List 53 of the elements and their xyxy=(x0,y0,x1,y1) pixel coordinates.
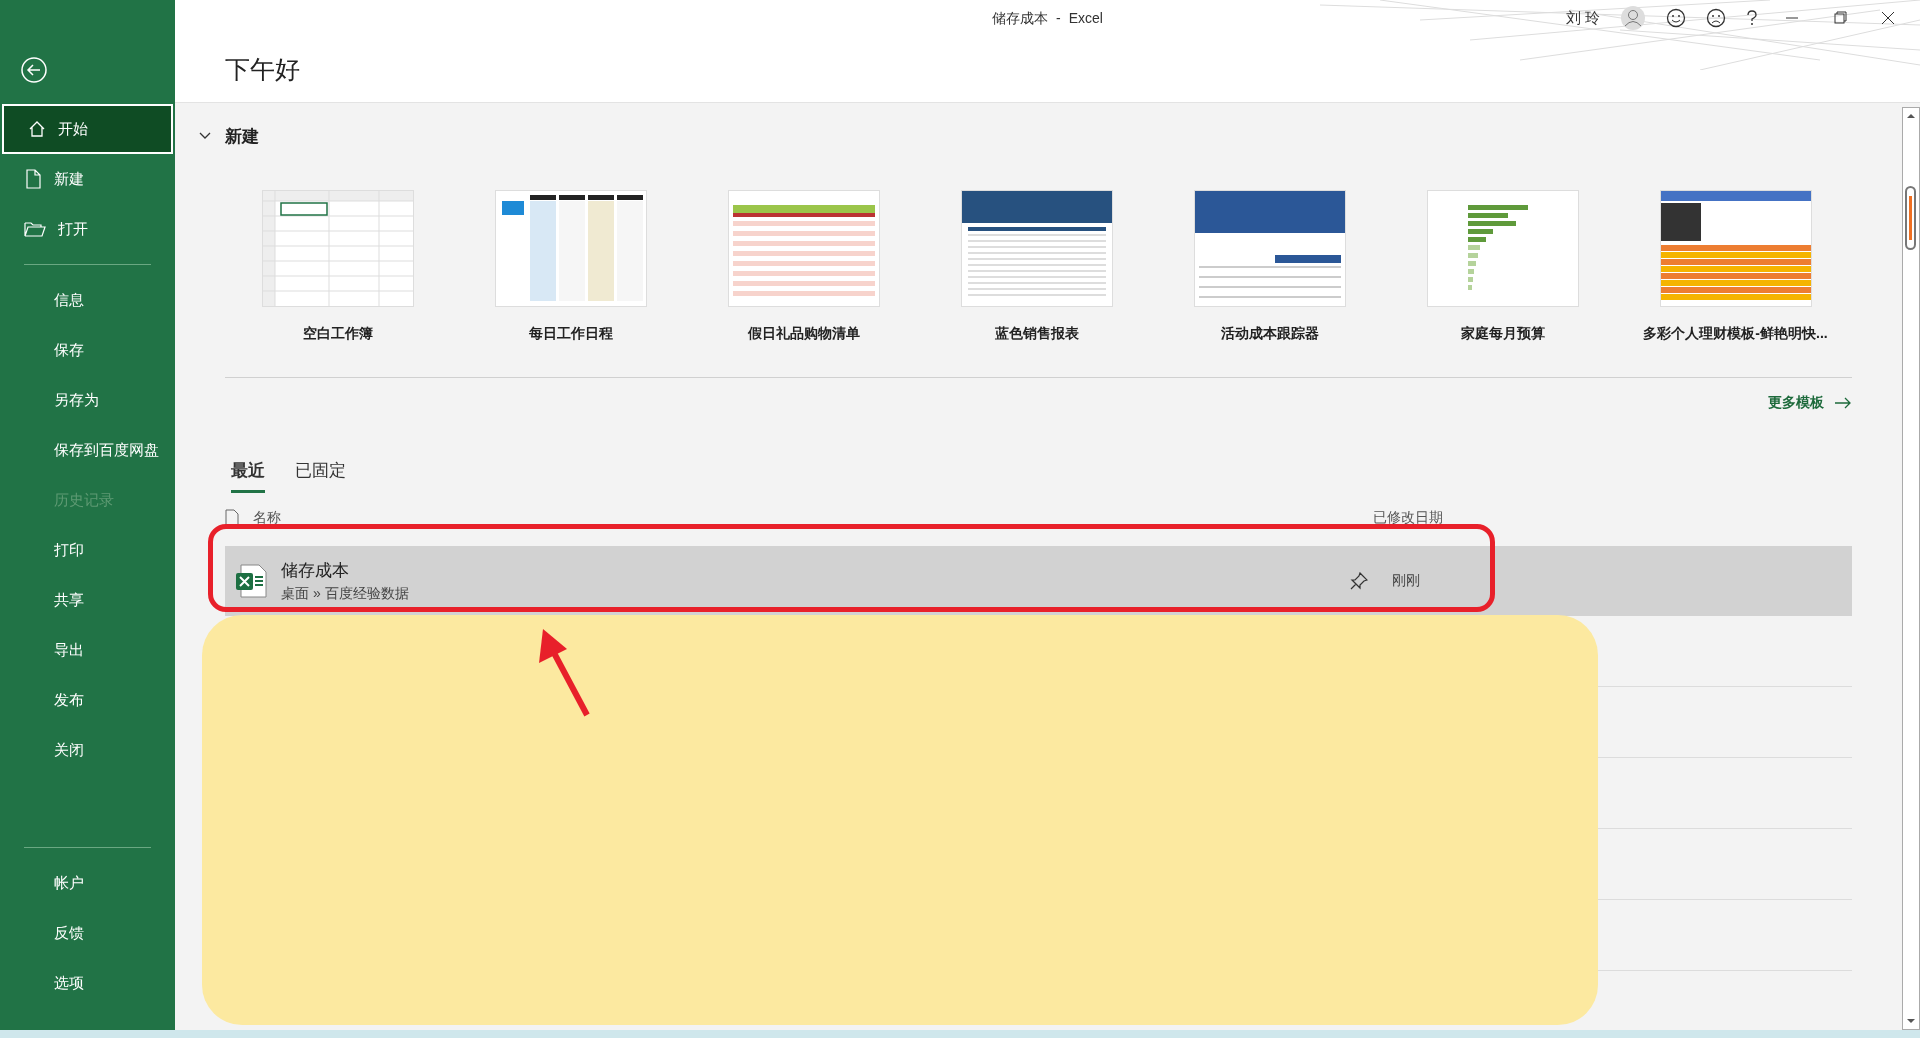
frown-icon[interactable] xyxy=(1706,8,1726,28)
sidebar-item[interactable]: 选项 xyxy=(0,958,175,1008)
template-preview-drawing[interactable] xyxy=(1659,190,1812,307)
column-header[interactable]: 名称 xyxy=(253,509,281,527)
more-templates-link[interactable]: 更多模板 xyxy=(1768,394,1852,412)
recent-file-row[interactable]: 储存成本 桌面 » 百度经验数据 刚刚 xyxy=(225,546,1852,616)
sidebar-item[interactable]: 打印 xyxy=(0,525,175,575)
template-label[interactable]: 活动成本跟踪器 xyxy=(1220,325,1319,343)
help-icon[interactable] xyxy=(1746,10,1758,26)
document-icon xyxy=(24,169,42,189)
column-header[interactable]: 已修改日期 xyxy=(1373,509,1443,527)
sidebar-item[interactable]: 保存到百度网盘 xyxy=(0,425,175,475)
window-title: 储存成本 xyxy=(992,10,1049,28)
file-name: 储存成本 xyxy=(281,560,350,582)
sidebar-item[interactable]: 开始 xyxy=(2,104,173,154)
sidebar-item[interactable]: 打开 xyxy=(0,204,175,254)
title-separator: - xyxy=(1056,10,1061,28)
app-name: Excel xyxy=(1068,10,1103,28)
template-label[interactable]: 每日工作日程 xyxy=(528,325,613,343)
avatar-icon[interactable] xyxy=(1620,5,1646,31)
back-icon[interactable] xyxy=(20,56,48,84)
template-preview-drawing[interactable] xyxy=(1193,190,1346,307)
template-preview-drawing[interactable] xyxy=(494,190,647,307)
template-label[interactable]: 多彩个人理财模板-鲜艳明快... xyxy=(1643,325,1828,343)
folder-icon xyxy=(24,220,46,238)
sidebar-item[interactable]: 关闭 xyxy=(0,725,175,775)
template-label[interactable]: 空白工作簿 xyxy=(302,325,373,343)
template-label[interactable]: 蓝色销售报表 xyxy=(994,325,1079,343)
scrollbar[interactable] xyxy=(1902,107,1920,1030)
file-path: 桌面 » 百度经验数据 xyxy=(281,585,409,603)
excel-file-icon xyxy=(235,564,267,598)
template-label[interactable]: 家庭每月预算 xyxy=(1460,325,1545,343)
sidebar-item[interactable]: 新建 xyxy=(0,154,175,204)
sidebar-item[interactable]: 另存为 xyxy=(0,375,175,425)
tab[interactable]: 最近 xyxy=(231,459,265,493)
template-preview-drawing[interactable] xyxy=(960,190,1113,307)
user-name[interactable]: 刘 玲 xyxy=(1565,8,1600,28)
smile-icon[interactable] xyxy=(1666,8,1686,28)
sidebar-item[interactable]: 共享 xyxy=(0,575,175,625)
home-icon xyxy=(28,120,46,138)
sidebar-item[interactable]: 导出 xyxy=(0,625,175,675)
sidebar-item[interactable]: 信息 xyxy=(0,275,175,325)
modified-date: 刚刚 xyxy=(1392,572,1421,590)
section-title: 新建 xyxy=(225,125,259,148)
sidebar-item[interactable]: 发布 xyxy=(0,675,175,725)
sidebar-item[interactable]: 保存 xyxy=(0,325,175,375)
arrow-right-icon xyxy=(1834,397,1852,409)
template-label[interactable]: 假日礼品购物清单 xyxy=(747,325,860,343)
sidebar-item[interactable]: 帐户 xyxy=(0,858,175,908)
document-icon xyxy=(225,509,239,527)
pin-icon[interactable] xyxy=(1350,572,1368,590)
tab[interactable]: 已固定 xyxy=(295,459,346,493)
sidebar-item[interactable]: 反馈 xyxy=(0,908,175,958)
